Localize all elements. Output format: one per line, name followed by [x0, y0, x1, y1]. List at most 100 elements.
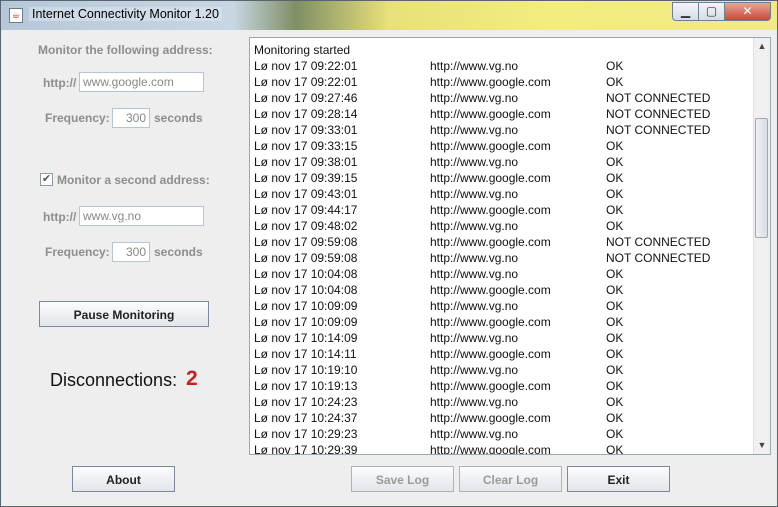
window-title: Internet Connectivity Monitor 1.20	[29, 7, 222, 21]
about-button[interactable]: About	[72, 466, 175, 492]
log-timestamp: Lø nov 17 09:39:15	[254, 171, 358, 185]
log-url: http://www.google.com	[430, 203, 551, 217]
minimize-icon: ▁	[680, 4, 691, 18]
log-row: Lø nov 17 10:29:23 http://www.vg.no OK	[254, 426, 754, 442]
monitor1-url-prefix: http://	[43, 76, 77, 90]
monitor2-url-prefix: http://	[43, 210, 77, 224]
log-timestamp: Lø nov 17 09:59:08	[254, 251, 358, 265]
close-button[interactable]: ✕	[724, 2, 771, 21]
log-status: OK	[606, 75, 624, 89]
log-url: http://www.google.com	[430, 315, 551, 329]
log-row: Lø nov 17 10:14:09 http://www.vg.no OK	[254, 330, 754, 346]
monitor2-frequency-label: Frequency:	[45, 245, 110, 259]
log-row: Lø nov 17 09:44:17 http://www.google.com O…	[254, 202, 754, 218]
log-textarea[interactable]: Monitoring started Lø nov 17 09:22:01 htt…	[249, 37, 771, 455]
log-timestamp: Lø nov 17 09:38:01	[254, 155, 358, 169]
java-cup-icon[interactable]: ☕	[9, 8, 23, 23]
arrow-up-icon[interactable]: ▲	[754, 38, 770, 55]
log-url: http://www.vg.no	[430, 219, 519, 233]
log-row: Lø nov 17 09:22:01 http://www.google.com O…	[254, 74, 754, 90]
log-row: Lø nov 17 10:14:11 http://www.google.com O…	[254, 346, 754, 362]
log-status: NOT CONNECTED	[606, 251, 711, 265]
log-status: OK	[606, 203, 624, 217]
log-row: Lø nov 17 09:39:15 http://www.google.com O…	[254, 170, 754, 186]
log-status: OK	[606, 267, 624, 281]
minimize-button[interactable]: ▁	[672, 2, 699, 21]
disconnections-label: Disconnections:	[50, 370, 178, 390]
log-url: http://www.google.com	[430, 107, 551, 121]
log-timestamp: Lø nov 17 10:14:09	[254, 331, 358, 345]
log-status: OK	[606, 443, 624, 455]
log-url: http://www.vg.no	[430, 59, 519, 73]
log-scrollbar[interactable]: ▲ ▼	[753, 38, 770, 454]
log-url: http://www.vg.no	[430, 299, 519, 313]
log-timestamp: Lø nov 17 10:04:08	[254, 283, 358, 297]
log-url: http://www.vg.no	[430, 331, 519, 345]
log-timestamp: Lø nov 17 10:09:09	[254, 315, 358, 329]
log-url: http://www.google.com	[430, 171, 551, 185]
log-timestamp: Lø nov 17 09:44:17	[254, 203, 358, 217]
log-row: Lø nov 17 10:04:08 http://www.google.com O…	[254, 282, 754, 298]
log-timestamp: Lø nov 17 10:14:11	[254, 347, 357, 361]
log-url: http://www.google.com	[430, 139, 551, 153]
log-timestamp: Lø nov 17 09:22:01	[254, 75, 358, 89]
title-bar[interactable]: ☕ Internet Connectivity Monitor 1.20 ▁ ▢…	[1, 1, 777, 30]
log-row: Lø nov 17 09:59:08 http://www.vg.no NOT CO…	[254, 250, 754, 266]
log-content: Monitoring started Lø nov 17 09:22:01 htt…	[254, 42, 754, 455]
monitor2-checkbox-label: Monitor a second address:	[57, 173, 210, 187]
log-timestamp: Lø nov 17 09:28:14	[254, 107, 358, 121]
monitor1-frequency-unit: seconds	[154, 111, 203, 125]
log-status: OK	[606, 395, 624, 409]
scrollbar-thumb[interactable]	[755, 118, 768, 238]
log-url: http://www.vg.no	[430, 251, 519, 265]
maximize-button[interactable]: ▢	[698, 2, 725, 21]
log-url: http://www.vg.no	[430, 363, 519, 377]
log-status: NOT CONNECTED	[606, 91, 711, 105]
monitor2-frequency-input[interactable]: 300	[112, 242, 150, 262]
log-url: http://www.vg.no	[430, 155, 519, 169]
monitor1-frequency-input[interactable]: 300	[112, 108, 150, 128]
log-row: Lø nov 17 10:19:10 http://www.vg.no OK	[254, 362, 754, 378]
maximize-icon: ▢	[705, 4, 718, 18]
log-row: Lø nov 17 10:24:37 http://www.google.com O…	[254, 410, 754, 426]
log-status: OK	[606, 427, 624, 441]
log-row: Lø nov 17 10:09:09 http://www.vg.no OK	[254, 298, 754, 314]
log-status: NOT CONNECTED	[606, 107, 711, 121]
log-url: http://www.vg.no	[430, 267, 519, 281]
monitor2-url-input[interactable]: www.vg.no	[79, 206, 204, 226]
monitor1-frequency-label: Frequency:	[45, 111, 110, 125]
pause-monitoring-button[interactable]: Pause Monitoring	[39, 301, 209, 327]
log-status: OK	[606, 299, 624, 313]
log-row: Lø nov 17 09:38:01 http://www.vg.no OK	[254, 154, 754, 170]
log-timestamp: Lø nov 17 10:29:39	[254, 443, 358, 455]
log-url: http://www.google.com	[430, 283, 551, 297]
log-status: OK	[606, 363, 624, 377]
log-timestamp: Lø nov 17 09:59:08	[254, 235, 358, 249]
log-status: OK	[606, 347, 624, 361]
log-url: http://www.vg.no	[430, 395, 519, 409]
log-timestamp: Lø nov 17 09:27:46	[254, 91, 358, 105]
exit-button[interactable]: Exit	[567, 466, 670, 492]
arrow-down-icon[interactable]: ▼	[754, 437, 770, 454]
log-url: http://www.vg.no	[430, 427, 519, 441]
clear-log-button[interactable]: Clear Log	[459, 466, 562, 492]
log-status: OK	[606, 411, 624, 425]
log-timestamp: Lø nov 17 10:09:09	[254, 299, 358, 313]
log-timestamp: Lø nov 17 10:24:23	[254, 395, 358, 409]
log-timestamp: Lø nov 17 10:04:08	[254, 267, 358, 281]
monitor1-heading: Monitor the following address:	[38, 43, 213, 57]
log-row: Lø nov 17 09:33:15 http://www.google.com O…	[254, 138, 754, 154]
log-timestamp: Lø nov 17 09:22:01	[254, 59, 358, 73]
log-timestamp: Lø nov 17 10:24:37	[254, 411, 358, 425]
monitor2-checkbox[interactable]: ✔	[40, 173, 53, 186]
log-row: Lø nov 17 10:19:13 http://www.google.com O…	[254, 378, 754, 394]
log-row: Lø nov 17 09:59:08 http://www.google.com N…	[254, 234, 754, 250]
disconnections-count: 2	[186, 367, 198, 390]
save-log-button[interactable]: Save Log	[351, 466, 454, 492]
log-row: Lø nov 17 09:27:46 http://www.vg.no NOT CO…	[254, 90, 754, 106]
log-status: OK	[606, 171, 624, 185]
log-timestamp: Lø nov 17 10:19:10	[254, 363, 358, 377]
monitor1-url-input[interactable]: www.google.com	[79, 72, 204, 92]
log-status: OK	[606, 139, 624, 153]
log-row: Lø nov 17 09:33:01 http://www.vg.no NOT CO…	[254, 122, 754, 138]
